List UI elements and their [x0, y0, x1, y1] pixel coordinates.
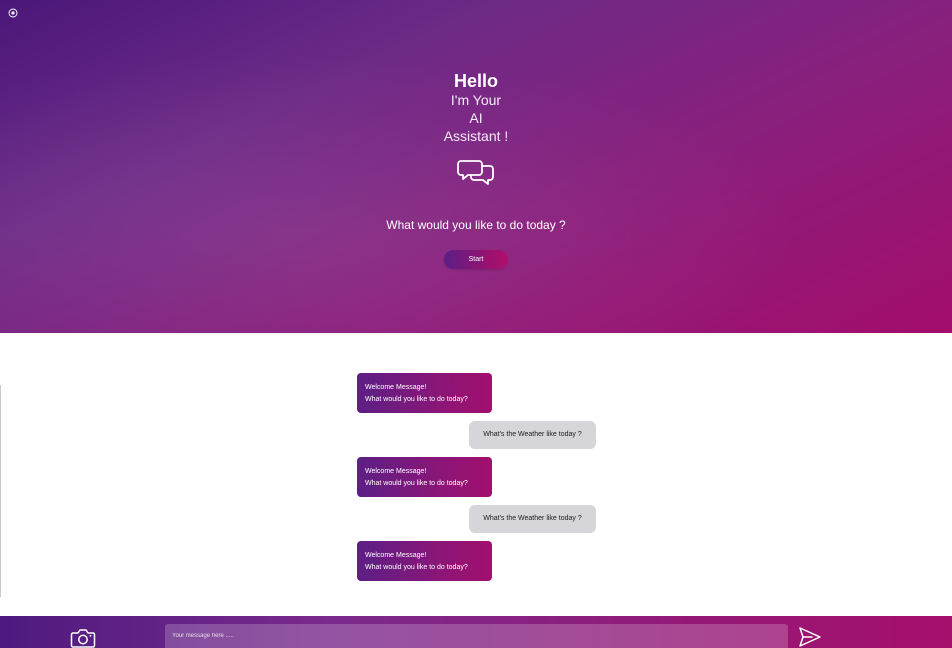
assistant-message-text: What would you like to do today?	[365, 480, 468, 487]
user-message: What's the Weather like today ?	[469, 421, 596, 449]
assistant-message: Welcome Message! What would you like to …	[357, 373, 492, 413]
assistant-message-title: Welcome Message!	[365, 384, 427, 391]
assistant-message-text: What would you like to do today?	[365, 564, 468, 571]
user-message: What's the Weather like today ?	[469, 505, 596, 533]
hero-title: Hello I'm Your AI Assistant !	[0, 71, 952, 145]
camera-icon[interactable]	[70, 626, 96, 648]
assistant-message-text: What would you like to do today?	[365, 396, 468, 403]
assistant-message: Welcome Message! What would you like to …	[357, 457, 492, 497]
message-input[interactable]	[165, 624, 788, 648]
chat-left-divider	[0, 385, 1, 597]
hero-greeting: Hello	[453, 71, 498, 91]
assistant-message-title: Welcome Message!	[365, 552, 427, 559]
assistant-message-title: Welcome Message!	[365, 468, 427, 475]
settings-circle-icon[interactable]	[8, 8, 18, 18]
hero-question: What would you like to do today ?	[386, 218, 566, 232]
chat-bubbles-icon	[457, 160, 494, 185]
hero-line-3: Assistant !	[443, 128, 509, 144]
hero-panel: Hello I'm Your AI Assistant ! What would…	[0, 0, 952, 333]
chat-area[interactable]: Welcome Message! What would you like to …	[0, 333, 952, 616]
assistant-message: Welcome Message! What would you like to …	[357, 541, 492, 581]
message-composer	[0, 616, 952, 648]
start-button[interactable]: Start	[444, 250, 508, 269]
send-icon[interactable]	[798, 626, 822, 648]
hero-line-2: AI	[469, 110, 483, 126]
hero-line-1: I'm Your	[450, 92, 502, 108]
